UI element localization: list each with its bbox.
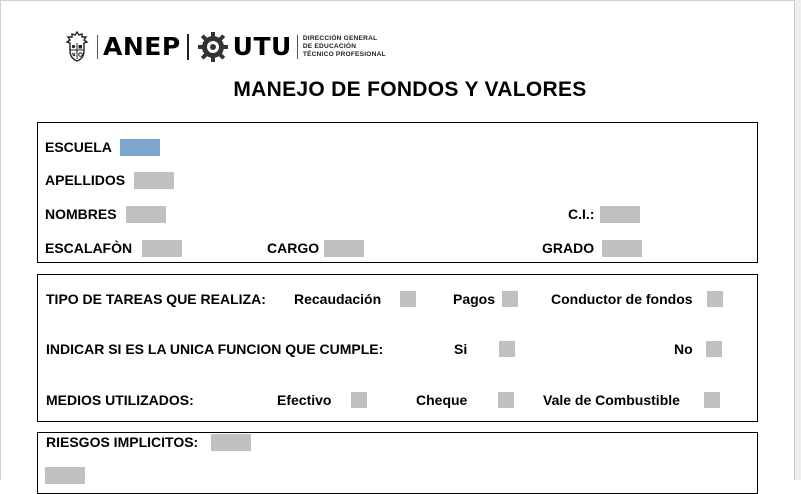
recaudacion-label: Recaudación (294, 291, 382, 307)
escalafon-label: ESCALAFÒN (45, 240, 133, 256)
pagos-label: Pagos (453, 291, 496, 307)
logo-divider (186, 34, 189, 60)
riesgos-detail-field[interactable] (45, 467, 85, 484)
no-label: No (674, 341, 693, 357)
grado-field[interactable] (602, 240, 642, 257)
utu-wordmark: UTU (232, 32, 292, 61)
document-title: MANEJO DE FONDOS Y VALORES (233, 78, 587, 101)
page-edge-left (0, 0, 1, 480)
institution-line: DIRECCIÓN GENERAL (302, 35, 378, 42)
cheque-checkbox[interactable] (498, 392, 514, 408)
institution-line: DE EDUCACIÓN (302, 43, 357, 50)
riesgos-label: RIESGOS IMPLICITOS: (46, 434, 199, 450)
grado-label: GRADO (542, 240, 595, 256)
si-label: Si (454, 341, 468, 357)
conductor-label: Conductor de fondos (551, 291, 693, 307)
tipo-tareas-label: TIPO DE TAREAS QUE REALIZA: (46, 291, 266, 307)
anep-wordmark: ANEP (103, 32, 181, 61)
institution-logo: ANEP UTU DIRECCIÓN GENERAL DE EDUCACIÓN … (62, 30, 386, 64)
cargo-field[interactable] (324, 240, 364, 257)
institution-name: DIRECCIÓN GENERAL DE EDUCACIÓN TÉCNICO P… (303, 35, 386, 59)
vale-checkbox[interactable] (704, 392, 720, 408)
cargo-label: CARGO (267, 240, 320, 256)
logo-divider (296, 35, 298, 59)
institution-line: TÉCNICO PROFESIONAL (302, 51, 386, 58)
nombres-field[interactable] (126, 206, 166, 223)
efectivo-label: Efectivo (277, 392, 332, 408)
pagos-checkbox[interactable] (502, 291, 518, 307)
escalafon-field[interactable] (142, 240, 182, 257)
coat-of-arms-icon (65, 31, 89, 62)
vertical-scrollbar[interactable] (794, 0, 801, 480)
logo-divider (97, 35, 98, 59)
si-checkbox[interactable] (499, 341, 515, 357)
nombres-label: NOMBRES (45, 206, 117, 222)
conductor-checkbox[interactable] (707, 291, 723, 307)
gear-emblem-icon (197, 32, 228, 62)
escuela-label: ESCUELA (45, 139, 112, 155)
no-checkbox[interactable] (706, 341, 722, 357)
ci-field[interactable] (600, 206, 640, 223)
medios-label: MEDIOS UTILIZADOS: (46, 392, 194, 408)
apellidos-field[interactable] (134, 172, 174, 189)
cheque-label: Cheque (416, 392, 468, 408)
ci-label: C.I.: (568, 206, 595, 222)
page-edge-top (0, 0, 794, 1)
recaudacion-checkbox[interactable] (400, 291, 416, 307)
efectivo-checkbox[interactable] (351, 392, 367, 408)
escuela-field[interactable] (120, 139, 160, 156)
riesgos-field[interactable] (211, 434, 251, 451)
vale-label: Vale de Combustible (543, 392, 680, 408)
apellidos-label: APELLIDOS (45, 172, 126, 188)
unica-funcion-label: INDICAR SI ES LA UNICA FUNCION QUE CUMPL… (46, 341, 384, 357)
